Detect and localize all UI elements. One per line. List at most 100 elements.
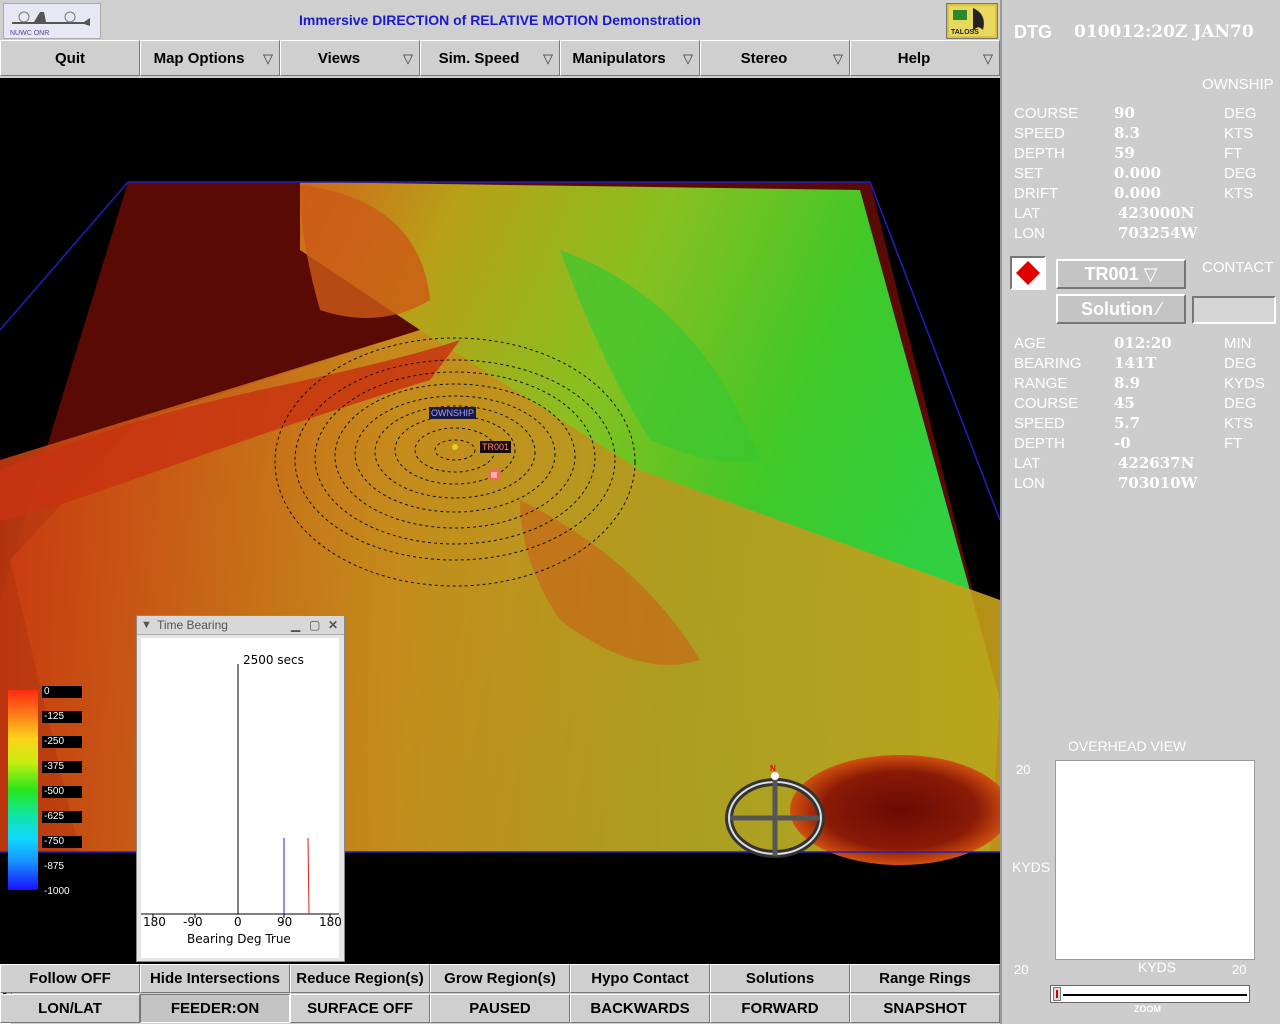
x-tick-label: -90 <box>183 915 203 929</box>
compass-north-label: N <box>770 764 776 773</box>
ownship-lat-value: 423000N <box>1118 204 1195 222</box>
contact-bearing-unit: DEG <box>1224 355 1257 372</box>
pause-button[interactable]: PAUSED <box>430 994 570 1023</box>
solution-field[interactable] <box>1192 296 1276 324</box>
time-bearing-plot: 2500 secs 180 -90 0 90 180 Bearing Deg T… <box>141 638 342 958</box>
legend-tick: -500 <box>42 786 82 798</box>
grow-regions-button[interactable]: Grow Region(s) <box>430 964 570 993</box>
feeder-toggle-button[interactable]: FEEDER:ON <box>140 994 290 1023</box>
backwards-button[interactable]: BACKWARDS <box>570 994 710 1023</box>
overhead-view[interactable] <box>1055 760 1255 960</box>
window-titlebar[interactable]: ▼ Time Bearing ▁ ▢ ✕ <box>137 616 344 635</box>
menu-sim-speed[interactable]: Sim. Speed ▽ <box>420 40 560 76</box>
contact-lat-value: 422637N <box>1118 454 1195 472</box>
solutions-button[interactable]: Solutions <box>710 964 850 993</box>
contact-range-label: RANGE <box>1014 375 1068 392</box>
ownship-lat-label: LAT <box>1014 205 1041 222</box>
legend-tick: -375 <box>42 761 82 773</box>
menu-bar: Quit Map Options ▽ Views ▽ Sim. Speed ▽ Man… <box>0 40 1000 78</box>
bottom-toolbar: ▸ Follow OFF Hide Intersections Reduce R… <box>0 964 1000 1024</box>
time-bearing-window[interactable]: ▼ Time Bearing ▁ ▢ ✕ 2500 secs 180 -90 0… <box>136 615 345 962</box>
lonlat-button[interactable]: LON/LAT <box>0 994 140 1023</box>
overhead-kyds-left-label: KYDS <box>1012 859 1051 875</box>
contact-color-swatch[interactable] <box>1010 256 1046 290</box>
contact-speed-unit: KTS <box>1224 415 1254 432</box>
dropdown-arrow-icon: ▽ <box>403 51 413 66</box>
menu-map-options[interactable]: Map Options ▽ <box>140 40 280 76</box>
solution-select[interactable]: Solution ⁄ <box>1056 294 1186 324</box>
contact-lon-value: 703010W <box>1118 474 1198 492</box>
ownship-set-value: 0.000 <box>1114 164 1161 182</box>
contact-course-label: COURSE <box>1014 395 1079 412</box>
contact-age-value: 012:20 <box>1114 334 1172 352</box>
ownship-marker[interactable] <box>452 444 458 450</box>
ownship-label[interactable]: OWNSHIP <box>429 407 477 419</box>
maximize-icon[interactable]: ▢ <box>309 616 320 634</box>
ownship-drift-unit: KTS <box>1224 185 1254 202</box>
dropdown-arrow-icon: ▽ <box>1143 264 1158 284</box>
contact-label[interactable]: TR001 <box>480 441 512 453</box>
x-tick-label: 90 <box>277 915 293 929</box>
x-tick-label: 180 <box>319 915 342 929</box>
ownship-drift-label: DRIFT <box>1014 185 1059 202</box>
contact-depth-unit: FT <box>1224 435 1243 452</box>
surface-toggle-button[interactable]: SURFACE OFF <box>290 994 430 1023</box>
legend-tick: -750 <box>42 836 82 848</box>
taloss-logo: TALOSS <box>946 3 998 39</box>
forward-button[interactable]: FORWARD <box>710 994 850 1023</box>
close-icon[interactable]: ✕ <box>328 616 338 634</box>
dropdown-arrow-icon: ⁄ <box>1157 299 1161 319</box>
ownship-set-label: SET <box>1014 165 1044 182</box>
ownship-lon-label: LON <box>1014 225 1045 242</box>
overhead-bottom-right-label: 20 <box>1232 962 1247 977</box>
menu-manipulators[interactable]: Manipulators ▽ <box>560 40 700 76</box>
zoom-slider-handle[interactable] <box>1053 987 1061 1001</box>
time-label: 2500 secs <box>243 653 304 667</box>
menu-views[interactable]: Views ▽ <box>280 40 420 76</box>
window-title: Time Bearing <box>157 618 228 632</box>
ownship-speed-value: 8.3 <box>1114 124 1141 142</box>
dropdown-arrow-icon: ▽ <box>683 51 693 66</box>
zoom-slider-line <box>1063 994 1247 996</box>
depth-legend: 0 -125 -250 -375 -500 -625 -750 -875 -10… <box>8 686 82 898</box>
ownship-set-unit: DEG <box>1224 165 1257 182</box>
x-tick-label: 180 <box>143 915 166 929</box>
x-tick-label: 0 <box>234 915 242 929</box>
ownship-depth-unit: FT <box>1224 145 1243 162</box>
hide-intersections-button[interactable]: Hide Intersections <box>140 964 290 993</box>
legend-tick: -125 <box>42 711 82 723</box>
dtg-value: 010012:20Z JAN70 <box>1074 22 1254 42</box>
reduce-regions-button[interactable]: Reduce Region(s) <box>290 964 430 993</box>
ownship-speed-label: SPEED <box>1014 125 1065 142</box>
contact-course-unit: DEG <box>1224 395 1257 412</box>
contact-age-label: AGE <box>1014 335 1046 352</box>
legend-tick: -625 <box>42 811 82 823</box>
dropdown-arrow-icon: ▽ <box>983 51 993 66</box>
range-rings-button[interactable]: Range Rings <box>850 964 1000 993</box>
legend-tick: 0 <box>42 686 82 698</box>
depth-color-bar <box>8 690 38 890</box>
hypo-contact-button[interactable]: Hypo Contact <box>570 964 710 993</box>
contact-select[interactable]: TR001 ▽ <box>1056 259 1186 289</box>
contact-depth-value: -0 <box>1114 434 1131 452</box>
dropdown-arrow-icon: ▽ <box>833 51 843 66</box>
menu-stereo[interactable]: Stereo ▽ <box>700 40 850 76</box>
ownship-course-value: 90 <box>1114 104 1135 122</box>
menu-quit[interactable]: Quit <box>0 40 140 76</box>
menu-help[interactable]: Help ▽ <box>850 40 1000 76</box>
contact-bearing-label: BEARING <box>1014 355 1082 372</box>
follow-toggle-button[interactable]: Follow OFF <box>0 964 140 993</box>
minimize-icon[interactable]: ▁ <box>291 616 300 634</box>
snapshot-button[interactable]: SNAPSHOT <box>850 994 1000 1023</box>
contact-marker[interactable] <box>489 470 499 480</box>
contact-age-unit: MIN <box>1224 335 1252 352</box>
window-menu-icon[interactable]: ▼ <box>141 616 152 634</box>
contact-speed-value: 5.7 <box>1114 414 1141 432</box>
app-title: Immersive DIRECTION of RELATIVE MOTION D… <box>299 12 701 28</box>
overhead-view-title: OVERHEAD VIEW <box>1068 738 1187 754</box>
zoom-slider[interactable] <box>1050 985 1250 1003</box>
contact-range-unit: KYDS <box>1224 375 1265 392</box>
contact-header: CONTACT <box>1202 259 1274 276</box>
overhead-kyds-bottom-label: KYDS <box>1138 959 1177 975</box>
x-axis-label: Bearing Deg True <box>187 932 291 946</box>
